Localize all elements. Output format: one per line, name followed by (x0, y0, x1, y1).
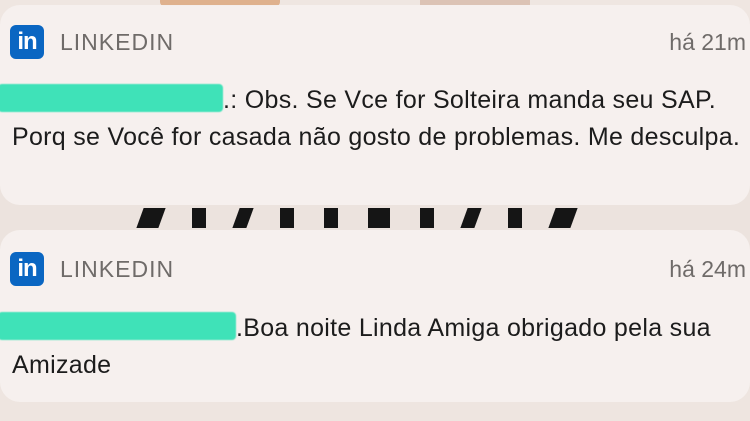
wallpaper-fragment (136, 208, 640, 228)
redaction-marker (0, 84, 223, 112)
notification-time: há 24m (669, 255, 746, 282)
notification-header: in LINKEDIN há 21m (10, 25, 750, 59)
notification-message: .: Obs. Se Vce for Solteira manda seu SA… (0, 82, 742, 156)
notification-time: há 21m (669, 28, 746, 55)
app-name: LINKEDIN (60, 255, 175, 282)
notification-screen: in LINKEDIN há 21m .: Obs. Se Vce for So… (0, 0, 750, 421)
notification-header: in LINKEDIN há 24m (10, 252, 750, 286)
app-name: LINKEDIN (60, 28, 175, 55)
redaction-marker (0, 312, 236, 340)
notification-message: .Boa noite Linda Amiga obrigado pela sua… (0, 310, 742, 384)
linkedin-app-icon: in (10, 25, 44, 59)
linkedin-app-icon: in (10, 252, 44, 286)
